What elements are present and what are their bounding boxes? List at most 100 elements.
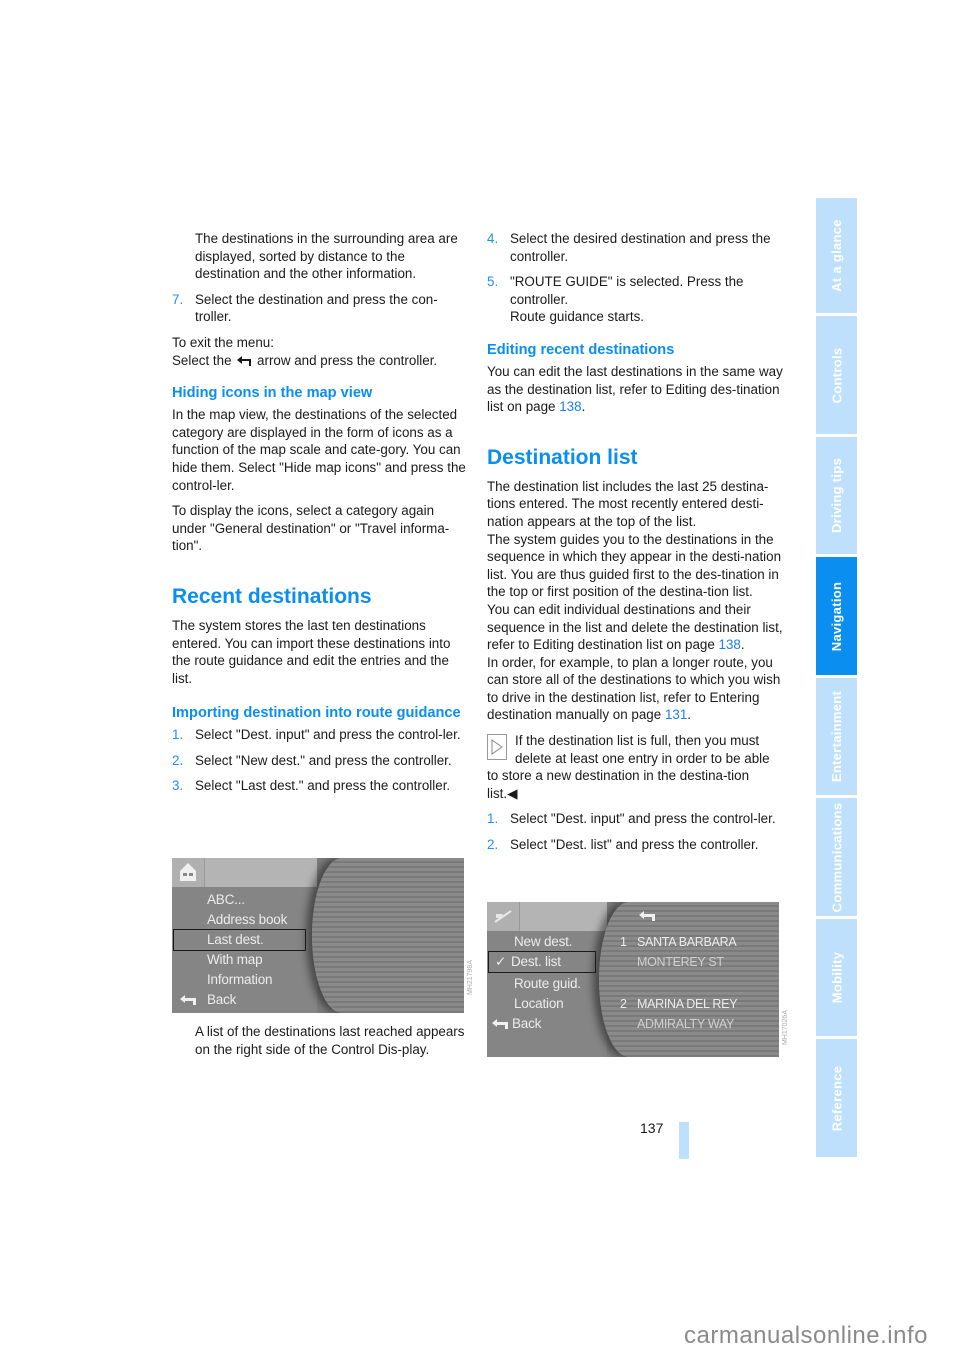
tab-label: Reference (829, 1065, 845, 1131)
editing-recent-heading: Editing recent destinations (487, 341, 675, 358)
destination-list-paragraph-4: In order, for example, to plan a longer … (487, 654, 781, 723)
step-number: 3. (172, 778, 184, 794)
step-main-text: "ROUTE GUIDE" is selected. Press the con… (510, 274, 744, 307)
tab-label: Controls (829, 347, 844, 403)
note-paragraph: If the destination list is full, then yo… (487, 732, 783, 802)
back-arrow-icon (492, 1019, 508, 1029)
destination-2-number: 2 (620, 997, 627, 1011)
destination-2-street: ADMIRALTY WAY (637, 1017, 735, 1031)
step-number: 2. (172, 752, 184, 768)
exit-label: To exit the menu: (172, 334, 274, 350)
destlist-step-2: 2. Select "Dest. list" and press the con… (487, 836, 783, 854)
tab-label: Driving tips (829, 457, 845, 534)
tab-controls[interactable]: Controls (816, 316, 857, 434)
destination-1-number: 1 (620, 935, 627, 949)
hiding-icons-heading: Hiding icons in the map view (172, 385, 373, 402)
tab-label: Navigation (829, 581, 844, 651)
destlist-step-1: 1. Select "Dest. input" and press the co… (487, 810, 783, 828)
menu-item-address-book: Address book (207, 912, 288, 927)
paragraph-text: In order, for example, to plan a longer … (487, 654, 781, 723)
menu-item-route-guid: Route guid. (514, 976, 581, 991)
right-column: 4. Select the desired destination and pr… (487, 230, 783, 862)
image-code: MH21798A (467, 960, 474, 996)
menu-item-abc: ABC... (207, 892, 245, 907)
step-text: "ROUTE GUIDE" is selected. Press the con… (510, 273, 783, 326)
page-number: 137 (640, 1120, 664, 1136)
step-7: 7. Select the destination and press the … (172, 291, 468, 326)
import-step-2: 2. Select "New dest." and press the cont… (172, 752, 468, 770)
import-step-3: 3. Select "Last dest." and press the con… (172, 777, 468, 795)
tab-label: Entertainment (829, 690, 844, 783)
note-text: If the destination list is full, then yo… (487, 733, 770, 801)
menu-item-new-dest: New dest. (514, 934, 573, 949)
importing-heading: Importing destination into route guidanc… (172, 705, 461, 722)
editing-recent-paragraph: You can edit the last destinations in th… (487, 363, 783, 415)
step-text: Select the destination and press the con… (195, 291, 438, 325)
step-text: Select the desired destination and press… (510, 231, 771, 264)
tab-label: Communications (829, 802, 844, 912)
step-text: Select "Dest. list" and press the contro… (510, 837, 759, 853)
tab-driving-tips[interactable]: Driving tips (816, 437, 857, 554)
tab-entertainment[interactable]: Entertainment (816, 678, 857, 795)
menu-item-information: Information (207, 972, 273, 987)
step-number: 7. (172, 291, 184, 307)
watermark: carmanualsonline.info (684, 1322, 928, 1349)
import-step-1: 1. Select "Dest. input" and press the co… (172, 726, 468, 744)
page-link-138[interactable]: 138 (559, 399, 581, 414)
destination-1-city: SANTA BARBARA (637, 935, 737, 949)
destination-list-paragraph-3: You can edit individual destinations and… (487, 601, 783, 653)
tab-label: At a glance (829, 219, 844, 292)
after-screen-text-block: A list of the destinations last reached … (195, 1023, 467, 1066)
chapter-tabs: At a glance Controls Driving tips Naviga… (816, 198, 857, 1160)
note-triangle-icon (487, 734, 507, 761)
destination-2-city: MARINA DEL REY (637, 997, 738, 1011)
control-display-screenshot-last-dest: ABC... Address book Last dest. With map … (172, 858, 464, 1013)
checkmark-icon: ✓ (495, 954, 507, 969)
intro-continuation: The destinations in the surrounding area… (195, 231, 458, 282)
step-number: 5. (487, 274, 499, 290)
tab-mobility[interactable]: Mobility (816, 919, 857, 1036)
tab-communications[interactable]: Communications (816, 798, 857, 916)
page-link-138[interactable]: 138 (719, 637, 741, 652)
editing-text: You can edit the last destinations in th… (487, 363, 783, 415)
menu-item-last-dest: Last dest. (207, 932, 264, 947)
step-extra-text: Route guidance starts. (510, 309, 644, 325)
menu-item-location: Location (514, 996, 564, 1011)
menu-item-back: Back (207, 992, 237, 1007)
step-number: 2. (487, 837, 499, 853)
destination-list-paragraph-2: The system guides you to the destination… (487, 531, 782, 600)
hiding-icons-paragraph-1: In the map view, the destinations of the… (172, 407, 466, 493)
right-panel (599, 902, 779, 1057)
control-display-screenshot-dest-list: New dest. ✓ Dest. list Route guid. Locat… (487, 902, 779, 1057)
destination-list-paragraph-1: The destination list includes the last 2… (487, 478, 769, 529)
tab-navigation[interactable]: Navigation (816, 557, 857, 675)
step-number: 1. (487, 811, 499, 827)
page-marker-bar (679, 1122, 689, 1159)
destination-home-icon (172, 858, 205, 887)
destination-list-heading: Destination list (487, 445, 638, 469)
step-number: 1. (172, 727, 184, 743)
menu-item-dest-list: Dest. list (511, 954, 561, 969)
tab-label: Mobility (829, 951, 845, 1004)
step-text: Select "Last dest." and press the contro… (195, 778, 451, 794)
exit-text-after: arrow and press the controller. (257, 352, 438, 368)
step-number: 4. (487, 231, 499, 246)
back-arrow-icon (639, 911, 655, 921)
tab-at-a-glance[interactable]: At a glance (816, 198, 857, 313)
tab-reference[interactable]: Reference (816, 1039, 857, 1157)
menu-item-with-map: With map (207, 952, 263, 967)
navigation-flag-icon (487, 902, 520, 931)
menu-item-back: Back (512, 1016, 542, 1031)
right-panel (312, 858, 464, 1013)
exit-instructions: To exit the menu: Select the arrow and p… (172, 334, 468, 369)
step-5: 5. "ROUTE GUIDE" is selected. Press the … (487, 273, 783, 326)
step-text: Select "New dest." and press the control… (195, 752, 452, 768)
recent-destinations-paragraph: The system stores the last ten destinati… (172, 617, 451, 686)
hiding-icons-paragraph-2: To display the icons, select a category … (172, 503, 450, 554)
step-text: Select "Dest. input" and press the contr… (195, 727, 461, 743)
page-link-131[interactable]: 131 (665, 707, 687, 722)
note-end-marker: ◀ (507, 785, 518, 801)
back-arrow-icon (237, 355, 252, 366)
back-arrow-icon (180, 995, 196, 1005)
left-column: The destinations in the surrounding area… (172, 230, 468, 803)
